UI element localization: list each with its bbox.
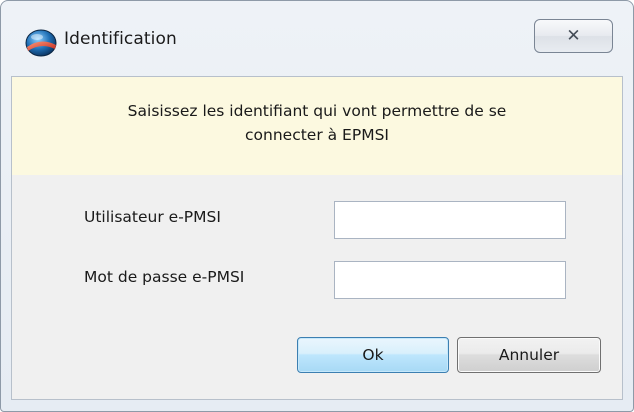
username-label: Utilisateur e-PMSI [84,208,221,226]
window-title: Identification [64,29,177,49]
cancel-button[interactable]: Annuler [457,337,601,373]
instruction-banner: Saisissez les identifiant qui vont perme… [12,77,622,175]
identification-dialog: Identification ✕ Saisissez les identifia… [0,0,634,412]
close-button[interactable]: ✕ [534,19,613,53]
app-icon [25,29,57,57]
ok-button[interactable]: Ok [297,337,449,373]
username-field[interactable] [334,201,566,239]
instruction-text: Saisissez les identifiant qui vont perme… [52,99,582,147]
title-bar[interactable]: Identification ✕ [1,1,633,76]
password-field[interactable] [334,261,566,299]
instruction-line-1: Saisissez les identifiant qui vont perme… [127,102,507,120]
password-label: Mot de passe e-PMSI [84,268,245,286]
dialog-body: Saisissez les identifiant qui vont perme… [11,76,623,400]
close-icon: ✕ [566,26,581,46]
instruction-line-2: connecter à EPMSI [245,126,389,144]
